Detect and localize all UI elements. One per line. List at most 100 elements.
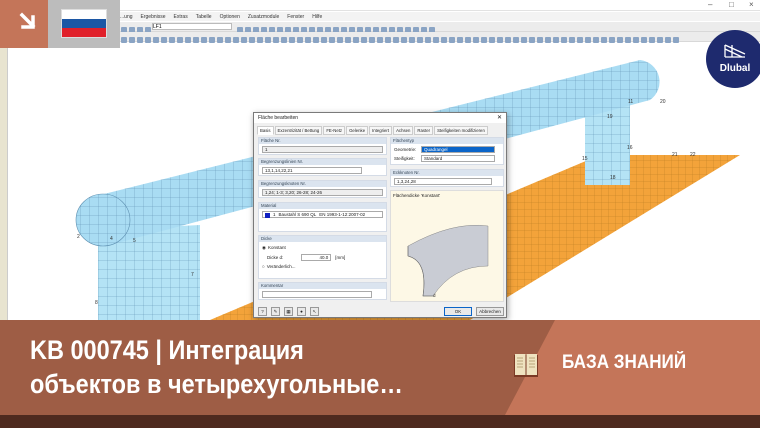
node-label: 21 [672,152,678,158]
node-label: 20 [660,99,666,105]
geometry-label: Geometrie: [394,147,417,152]
table-icon[interactable]: ▦ [284,307,293,316]
pick-icon[interactable]: ↖ [310,307,319,316]
comment-input[interactable] [262,291,372,298]
close-button[interactable]: × [749,0,754,9]
thickness-preview: Flächendicke 'Konstant' d [390,190,504,302]
node-label: 4 [110,236,113,242]
dialog-tabs: Basis Exzentrizität / Bettung FE-Netz Ge… [257,126,488,135]
arrow-down-right-icon [19,12,36,29]
thickness-input[interactable]: 40.0 [301,254,332,261]
boundary-lines-input[interactable]: 13,1,14,22,21 [262,167,362,174]
constant-radio[interactable]: ◉ Konstant [262,245,383,251]
material-norm: EN 1993-1-12:2007-02 [319,212,366,217]
minimize-button[interactable]: – [708,0,712,9]
knowledge-base-label: БАЗА ЗНАНИЙ [562,352,687,373]
tab-hinges[interactable]: Gelenke [346,126,369,135]
russian-flag-icon [61,9,107,38]
menu-window[interactable]: Fenster [287,14,304,20]
menu-extras[interactable]: Extras [174,14,188,20]
geometry-select[interactable]: Quadrangel [421,146,495,153]
stiffness-select[interactable]: Standard [421,155,495,162]
corner-nodes-group: Eckknoten Nr. 1,3,24,28 [390,169,504,187]
tab-axes[interactable]: Achsen [393,126,414,135]
ok-button[interactable]: OK [444,307,472,316]
group-header: Eckknoten Nr. [391,170,503,176]
tab-eccentricity[interactable]: Exzentrizität / Bettung [274,126,323,135]
tab-fe-mesh[interactable]: FE-Netz [323,126,346,135]
view-icon[interactable]: ● [297,307,306,316]
group-header: Material [259,203,386,209]
dialog-close-icon[interactable]: ✕ [497,114,502,121]
edit-icon[interactable]: ✎ [271,307,280,316]
material-color-swatch [265,212,270,218]
variable-radio[interactable]: ○ Veränderlich... [262,264,383,269]
boundary-nodes-field: 1,24; 1-3; 3,20; 26-28; 24-26 [262,189,383,196]
stiffness-label: Steifigkeit: [394,156,415,161]
corner-badge [0,0,48,48]
menu-options[interactable]: Optionen [220,14,240,20]
material-no: 1 [273,212,276,217]
title-line-1: KB 000745 | Интеграция [30,335,304,365]
group-header: Begrenzungslinien Nr. [259,159,386,165]
comment-group: Kommentar [258,282,387,300]
radio-checked-icon: ◉ [262,245,266,250]
tab-grid[interactable]: Raster [414,126,434,135]
book-icon [514,354,538,377]
menu-addons[interactable]: Zusatzmodule [248,14,279,20]
preview-label: Flächendicke 'Konstant' [393,193,441,198]
cancel-button[interactable]: Abbrechen [476,307,504,316]
tab-stiffness[interactable]: Steifigkeiten modifizieren [434,126,488,135]
menu-bar: ...ung Ergebnisse Extras Tabelle Optione… [120,12,760,21]
node-label: 8 [95,300,98,306]
logo-text: Dlubal [719,63,751,74]
node-label: 22 [690,152,696,158]
dialog-footer-icons: ? ✎ ▦ ● ↖ [258,307,319,316]
group-header: Kommentar [259,283,386,289]
group-header: Fläche Nr. [259,138,386,144]
menu-help[interactable]: Hilfe [312,14,322,20]
material-select[interactable]: 1 Baustahl S 690 QL EN 1993-1-12:2007-02 [262,211,383,218]
dimension-label: d [433,293,436,298]
node-label: 2 [77,234,80,240]
boundary-nodes-group: Begrenzungsknoten Nr. 1,24; 1-3; 3,20; 2… [258,180,387,198]
node-label: 11 [628,99,633,105]
node-label: 18 [610,175,616,181]
curved-plate-illustration [407,224,489,297]
title-line-2: объектов в четырехугольные… [30,369,403,399]
thickness-group: Dicke ◉ Konstant Dicke d: 40.0 [mm] ○ Verä… [258,235,387,279]
group-header: Flächentyp [391,138,503,144]
constant-label: Konstant [267,245,286,250]
menu-table[interactable]: Tabelle [196,14,212,20]
bridge-logo-icon [724,44,746,58]
tab-basis[interactable]: Basis [257,126,274,135]
boundary-lines-group: Begrenzungslinien Nr. 13,1,14,22,21 [258,158,387,176]
load-case-select[interactable]: LF1 [152,23,232,30]
menu-results[interactable]: Ergebnisse [141,14,166,20]
navigator-panel-tab[interactable] [0,48,8,320]
thickness-unit: [mm] [335,255,346,260]
bottom-strip [0,415,760,428]
maximize-button[interactable]: □ [729,0,734,9]
group-header: Begrenzungsknoten Nr. [259,181,386,187]
edit-surface-dialog: Fläche bearbeiten ✕ Basis Exzentrizität … [253,112,507,318]
node-label: 19 [607,114,613,120]
surface-type-group: Flächentyp Geometrie: Quadrangel Steifigk… [390,137,504,165]
article-title: KB 000745 | Интеграция объектов в четыре… [30,333,448,401]
thickness-d-label: Dicke d: [267,255,284,260]
variable-label: Veränderlich... [266,264,296,269]
radio-unchecked-icon: ○ [262,264,265,269]
material-name: Baustahl S 690 QL [278,212,317,217]
surface-no-group: Fläche Nr. 1 [258,137,387,155]
node-label: 15 [582,156,588,162]
node-label: 7 [191,272,194,278]
group-header: Dicke [259,236,386,242]
help-icon[interactable]: ? [258,307,267,316]
node-label: 5 [133,238,136,244]
node-label: 16 [627,145,633,151]
surface-no-field: 1 [262,146,383,153]
corner-nodes-input[interactable]: 1,3,24,28 [394,178,492,185]
menu-item[interactable]: ...ung [120,14,133,20]
tab-integrated[interactable]: Integriert [369,126,393,135]
toolbar-1: LF1 [120,22,760,33]
